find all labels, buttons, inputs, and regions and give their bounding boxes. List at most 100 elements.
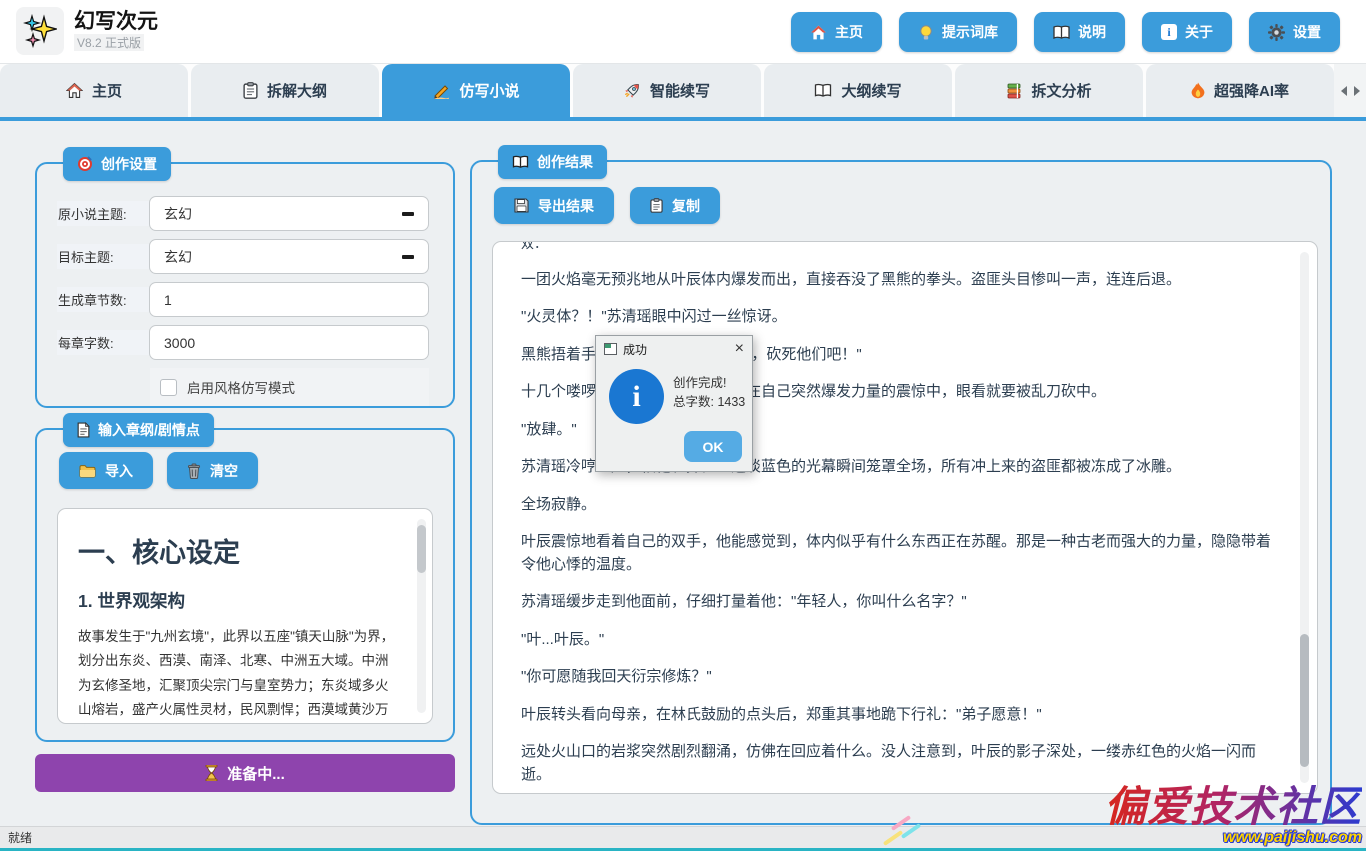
status-text: 就绪 [8,829,32,846]
home-button-label: 主页 [835,22,863,42]
result-paragraph: 一团火焰毫无预兆地从叶辰体内爆发而出，直接吞没了黑熊的拳头。盗匪头目惨叫一声，连… [521,269,1271,292]
tab-outline-extract[interactable]: 拆解大纲 [191,64,379,117]
result-scrollbar [1300,252,1309,783]
result-paragraph: "火灵体？！"苏清瑶眼中闪过一丝惊讶。 [521,306,1271,329]
import-button-label: 导入 [105,461,133,481]
tab-outline-continue[interactable]: 大纲续写 [764,64,952,117]
source-theme-value: 玄幻 [164,204,192,224]
about-button-label: 关于 [1185,22,1213,42]
result-paragraph: "你可愿随我回天衍宗修炼？" [521,666,1271,689]
result-paragraph: "叶...叶辰。" [521,629,1271,652]
open-book-icon [814,83,832,98]
tab-reduce-ai-rate-label: 超强降AI率 [1214,80,1289,101]
trash-icon [187,463,201,479]
outline-input-badge: 输入章纲/剧情点 [63,413,214,447]
clear-button-label: 清空 [210,461,238,481]
app-logo: 幻写次元 V8.2 正式版 [16,7,158,55]
tab-smart-continue-label: 智能续写 [650,80,710,101]
chapter-count-input[interactable] [164,292,414,308]
books-icon [1006,83,1022,99]
words-per-chapter-label: 每章字数: [57,330,149,355]
copy-button[interactable]: 复制 [630,187,720,224]
tab-reduce-ai-rate[interactable]: 超强降AI率 [1146,64,1334,117]
import-button[interactable]: 导入 [59,452,153,489]
tab-outline-extract-label: 拆解大纲 [267,80,327,101]
tab-text-analysis-label: 拆文分析 [1031,80,1091,101]
help-button-label: 说明 [1078,22,1106,42]
info-circle-icon: i [609,369,664,424]
copy-button-label: 复制 [672,196,700,216]
document-icon [77,422,90,438]
outline-input-panel: 输入章纲/剧情点 导入 清空 一、核心设定 1. 世界观架构 故事发生于"九州玄… [35,428,455,742]
book-icon [1053,25,1070,40]
outline-input-title: 输入章纲/剧情点 [98,420,200,440]
creation-settings-badge: 创作设置 [63,147,171,181]
success-dialog: 成功 × i 创作完成! 总字数: 1433 OK [595,335,753,472]
generate-status-button[interactable]: 准备中... [35,754,455,792]
ok-button[interactable]: OK [684,431,742,462]
window-icon [604,343,617,355]
generate-status-label: 准备中... [227,763,285,784]
success-dialog-body: i 创作完成! 总字数: 1433 OK [596,362,752,471]
target-theme-select[interactable]: 玄幻 [149,239,429,274]
source-theme-label: 原小说主题: [57,201,149,226]
style-mode-label: 启用风格仿写模式 [187,377,295,397]
about-button[interactable]: i 关于 [1142,12,1232,52]
export-result-button[interactable]: 导出结果 [494,187,614,224]
creation-result-panel: 创作结果 导出结果 复制 双： 一团火焰毫无预兆地从叶辰体内爆发而出，直接吞没了… [470,160,1332,825]
tab-home[interactable]: 主页 [0,64,188,117]
main-area: 创作设置 原小说主题: 玄幻 目标主题: 玄幻 生成章节数: [0,121,1366,826]
tab-home-label: 主页 [92,80,122,101]
close-icon[interactable]: × [735,341,744,357]
tab-smart-continue[interactable]: 智能续写 [573,64,761,117]
creation-settings-panel: 创作设置 原小说主题: 玄幻 目标主题: 玄幻 生成章节数: [35,162,455,408]
outline-subheading: 1. 世界观架构 [78,588,398,613]
result-textarea[interactable]: 双： 一团火焰毫无预兆地从叶辰体内爆发而出，直接吞没了黑熊的拳头。盗匪头目惨叫一… [492,241,1318,794]
dropdown-indicator-icon [402,212,414,216]
settings-button[interactable]: 设置 [1249,12,1340,52]
hourglass-icon [205,765,218,781]
home-button[interactable]: 主页 [791,12,882,52]
open-book-icon [512,155,529,169]
tab-text-analysis[interactable]: 拆文分析 [955,64,1143,117]
clipboard-icon [243,82,258,99]
chapter-count-label: 生成章节数: [57,287,149,312]
rocket-icon [624,82,641,99]
export-result-label: 导出结果 [538,196,594,216]
tab-scroll-left-icon[interactable] [1341,86,1347,96]
style-mode-checkbox[interactable] [160,379,177,396]
status-bar: 就绪 [0,826,1366,848]
tab-scroll-right-icon[interactable] [1354,86,1360,96]
creation-settings-title: 创作设置 [101,154,157,174]
sparkles-logo-icon [16,7,64,55]
chapter-count-field [149,282,429,317]
result-paragraph: 叶辰震惊地看着自己的双手，他能感觉到，体内似乎有什么东西正在苏醒。那是一种古老而… [521,531,1271,576]
tab-outline-continue-label: 大纲续写 [841,80,901,101]
success-message-line1: 创作完成! [673,374,745,393]
tab-imitate-novel[interactable]: 仿写小说 [382,64,570,117]
gear-icon [1268,24,1285,41]
lightbulb-icon [918,24,934,41]
save-icon [514,198,529,213]
home-icon [810,24,827,41]
help-button[interactable]: 说明 [1034,12,1125,52]
outline-scrollbar-thumb[interactable] [417,525,426,573]
outline-heading: 一、核心设定 [78,531,398,570]
words-per-chapter-input[interactable] [164,335,414,351]
clear-button[interactable]: 清空 [167,452,258,489]
result-paragraph: 苏清瑶缓步走到他面前，仔细打量着他："年轻人，你叫什么名字？" [521,591,1271,614]
words-per-chapter-field [149,325,429,360]
target-theme-label: 目标主题: [57,244,149,269]
outline-body-text: 故事发生于"九州玄境"，此界以五座"镇天山脉"为界，划分出东炎、西漠、南泽、北寒… [78,625,398,724]
style-mode-row: 启用风格仿写模式 [150,368,429,406]
result-paragraph: 叶辰转头看向母亲，在林氏鼓励的点头后，郑重其事地跪下行礼："弟子愿意！" [521,704,1271,727]
copy-icon [650,198,663,213]
header-nav: 主页 提示词库 说明 i 关于 设置 [791,12,1340,52]
result-scrollbar-thumb[interactable] [1300,634,1309,767]
tab-scroll-arrows [1334,64,1366,117]
outline-textarea[interactable]: 一、核心设定 1. 世界观架构 故事发生于"九州玄境"，此界以五座"镇天山脉"为… [57,508,433,724]
prompt-library-button[interactable]: 提示词库 [899,12,1017,52]
home-icon [66,82,83,99]
outline-scrollbar [417,519,426,713]
source-theme-select[interactable]: 玄幻 [149,196,429,231]
